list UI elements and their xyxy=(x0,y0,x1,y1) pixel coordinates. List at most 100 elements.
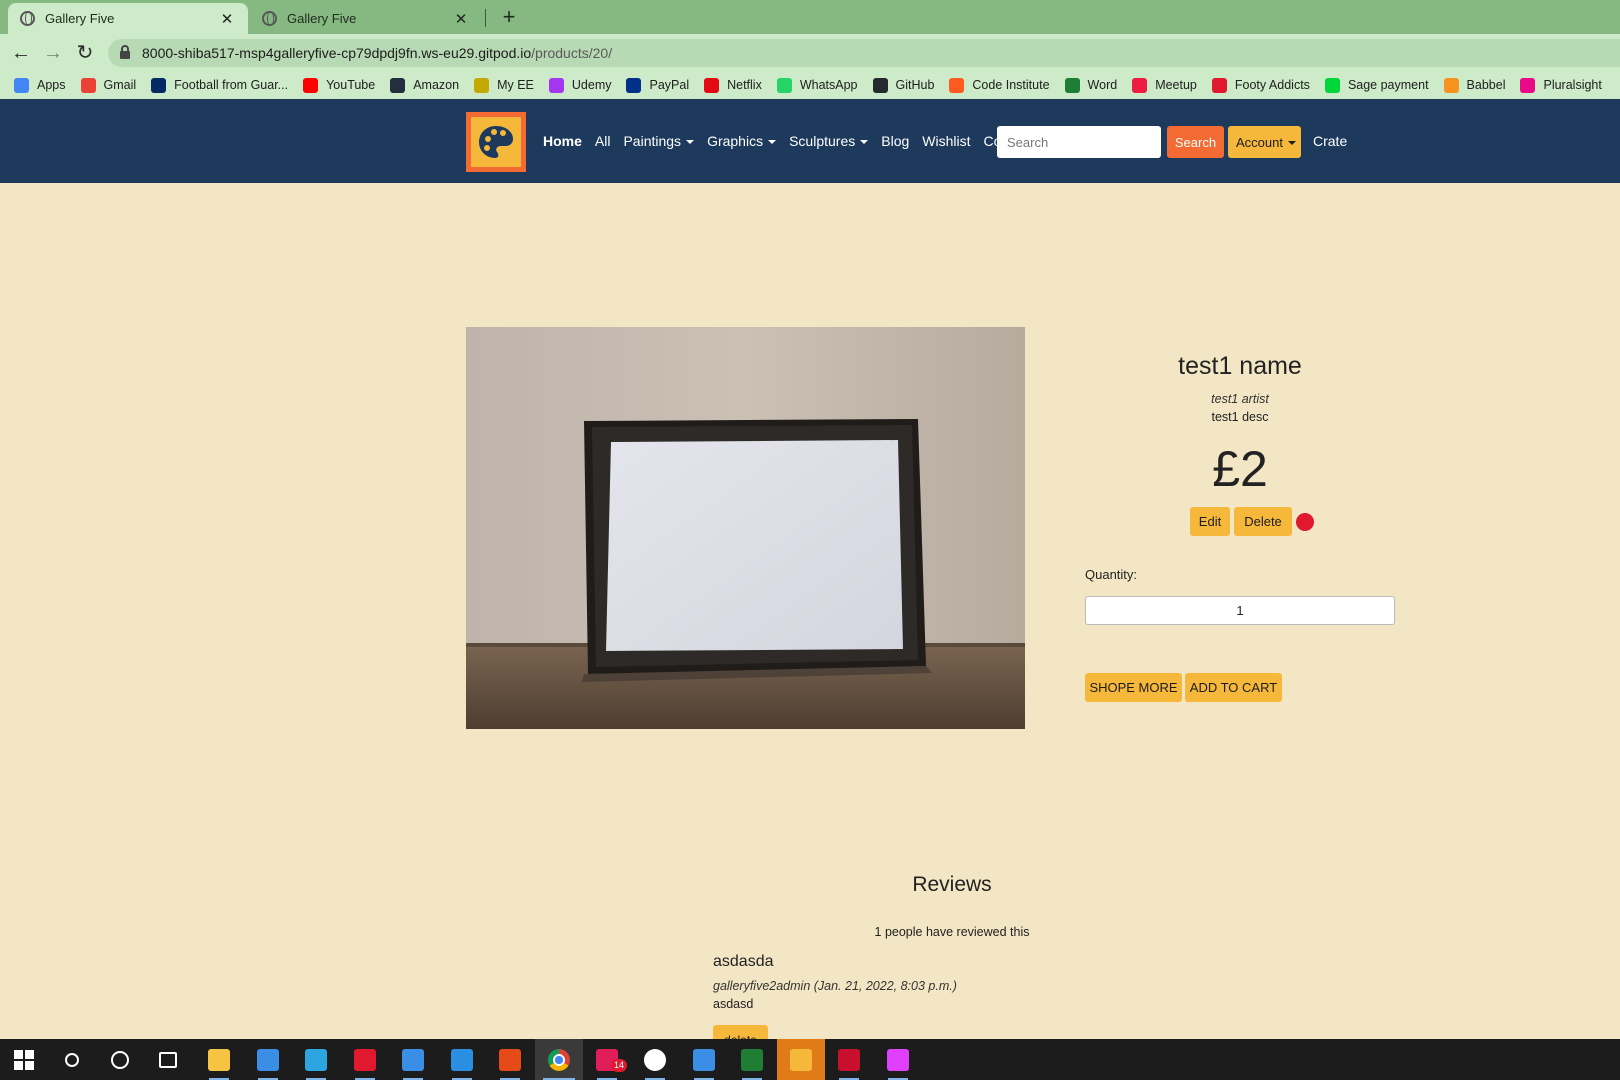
bookmark-item[interactable]: Code Institute xyxy=(949,77,1050,93)
browser-tab-inactive[interactable]: Gallery Five ✕ xyxy=(250,3,482,34)
nav-wishlist[interactable]: Wishlist xyxy=(922,133,970,149)
windows-start-icon xyxy=(14,1049,34,1070)
delete-button[interactable]: Delete xyxy=(1234,507,1292,536)
lock-icon xyxy=(120,45,130,59)
bookmark-item[interactable]: Meetup xyxy=(1132,77,1197,93)
nav-graphics-dropdown[interactable]: Graphics xyxy=(707,133,777,149)
bookmark-item[interactable]: Football from Guar... xyxy=(151,77,288,93)
chrome-icon xyxy=(548,1048,570,1071)
notification-badge: 14 xyxy=(611,1059,628,1072)
add-to-cart-button[interactable]: ADD TO CART xyxy=(1185,673,1282,702)
taskbar-item[interactable] xyxy=(874,1039,922,1080)
tab-close-icon[interactable]: ✕ xyxy=(452,10,470,28)
taskbar-item[interactable] xyxy=(96,1039,144,1080)
globe-icon xyxy=(20,11,35,26)
bookmark-label: Meetup xyxy=(1155,78,1197,92)
nav-paintings-dropdown[interactable]: Paintings xyxy=(623,133,695,149)
bookmark-label: Gmail xyxy=(103,78,137,92)
shop-more-button[interactable]: SHOPE MORE xyxy=(1085,673,1182,702)
bookmark-item[interactable]: YouTube xyxy=(303,77,375,93)
url-bar[interactable]: 8000-shiba517-msp4galleryfive-cp79dpdj9f… xyxy=(108,39,1620,67)
reviews-count: 1 people have reviewed this xyxy=(874,925,1030,939)
product-title: test1 name xyxy=(1178,352,1302,380)
nav-home[interactable]: Home xyxy=(543,133,582,149)
bookmark-item[interactable]: Pluralsight xyxy=(1520,77,1602,93)
taskbar-item[interactable] xyxy=(0,1039,48,1080)
back-arrow-icon[interactable]: ← xyxy=(8,40,34,66)
taskbar-item[interactable] xyxy=(244,1039,292,1080)
search-input[interactable] xyxy=(997,126,1161,158)
reviews-heading: Reviews xyxy=(912,873,992,896)
taskbar-item[interactable] xyxy=(631,1039,679,1080)
bookmark-item[interactable]: Amazon xyxy=(390,77,459,93)
footy-addicts-icon xyxy=(1211,77,1227,93)
url-host: 8000-shiba517-msp4galleryfive-cp79dpdj9f… xyxy=(142,45,532,61)
bookmark-label: Pluralsight xyxy=(1543,78,1602,92)
taskbar-item[interactable] xyxy=(680,1039,728,1080)
mcafee-icon xyxy=(838,1048,860,1071)
forward-arrow-icon[interactable]: → xyxy=(40,40,66,66)
taskbar-item[interactable]: 14 xyxy=(583,1039,631,1080)
taskbar-item[interactable] xyxy=(48,1039,96,1080)
bookmark-item[interactable]: Gmail xyxy=(80,77,137,93)
caret-down-icon xyxy=(1287,141,1296,146)
nav-graphics-label: Graphics xyxy=(707,133,764,149)
bookmark-label: Udemy xyxy=(571,78,612,92)
bookmark-item[interactable]: Netflix xyxy=(704,77,762,93)
bookmark-item[interactable]: GitHub xyxy=(872,77,934,93)
nav-sculptures-dropdown[interactable]: Sculptures xyxy=(789,133,869,149)
word-icon xyxy=(1064,77,1080,93)
site-navbar: Home All Paintings Graphics Sculptures B… xyxy=(0,99,1620,183)
reload-icon[interactable]: ↻ xyxy=(72,40,98,66)
taskbar-item[interactable] xyxy=(486,1039,534,1080)
bookmark-label: WhatsApp xyxy=(799,78,858,92)
taskbar-item[interactable] xyxy=(292,1039,340,1080)
taskbar-item[interactable] xyxy=(777,1039,825,1080)
task-view-icon xyxy=(159,1051,177,1068)
nav-blog[interactable]: Blog xyxy=(881,133,909,149)
paypal-icon xyxy=(626,77,642,93)
quantity-input[interactable]: 1 xyxy=(1085,596,1395,625)
taskbar-item[interactable] xyxy=(825,1039,873,1080)
sage-icon xyxy=(1324,77,1340,93)
amazon-icon xyxy=(390,77,406,93)
search-icon xyxy=(65,1052,79,1067)
taskbar-item[interactable] xyxy=(389,1039,437,1080)
taskbar-item[interactable] xyxy=(728,1039,776,1080)
bookmark-label: Code Institute xyxy=(972,78,1050,92)
bookmark-item[interactable]: Footy Addicts xyxy=(1211,77,1310,93)
browser-tab-strip: Gallery Five ✕ Gallery Five ✕ + xyxy=(0,0,1620,34)
bookmark-item[interactable]: Udemy xyxy=(548,77,612,93)
nav-all[interactable]: All xyxy=(595,133,611,149)
file-explorer-icon xyxy=(208,1048,230,1071)
taskbar-item[interactable] xyxy=(144,1039,192,1080)
emoji-app-icon xyxy=(644,1048,666,1071)
bookmark-label: Apps xyxy=(37,78,66,92)
bookmark-item[interactable]: PayPal xyxy=(626,77,689,93)
product-artist: test1 artist xyxy=(1211,392,1269,406)
site-logo[interactable] xyxy=(466,112,526,172)
account-dropdown-button[interactable]: Account xyxy=(1228,126,1301,158)
gmail-icon xyxy=(80,77,96,93)
taskbar-item[interactable] xyxy=(195,1039,243,1080)
bookmark-item[interactable]: Word xyxy=(1064,77,1117,93)
meetup-icon xyxy=(1132,77,1148,93)
nav-crate[interactable]: Crate xyxy=(1313,133,1347,149)
bookmark-item[interactable]: Babbel xyxy=(1443,77,1505,93)
search-button[interactable]: Search xyxy=(1167,126,1224,158)
edit-button[interactable]: Edit xyxy=(1190,507,1230,536)
taskbar-item[interactable] xyxy=(341,1039,389,1080)
taskbar-item[interactable] xyxy=(535,1039,583,1080)
pluralsight-icon xyxy=(1520,77,1536,93)
taskbar-item[interactable] xyxy=(438,1039,486,1080)
udemy-icon xyxy=(548,77,564,93)
product-description: test1 desc xyxy=(1211,410,1269,424)
bookmark-item[interactable]: Sage payment xyxy=(1324,77,1429,93)
new-tab-icon[interactable]: + xyxy=(498,4,520,30)
os-taskbar: 14 xyxy=(0,1039,1620,1080)
bookmark-item[interactable]: Apps xyxy=(14,77,66,93)
browser-tab-active[interactable]: Gallery Five ✕ xyxy=(8,3,248,34)
bookmark-item[interactable]: WhatsApp xyxy=(776,77,858,93)
tab-close-icon[interactable]: ✕ xyxy=(218,10,236,28)
bookmark-item[interactable]: My EE xyxy=(474,77,534,93)
